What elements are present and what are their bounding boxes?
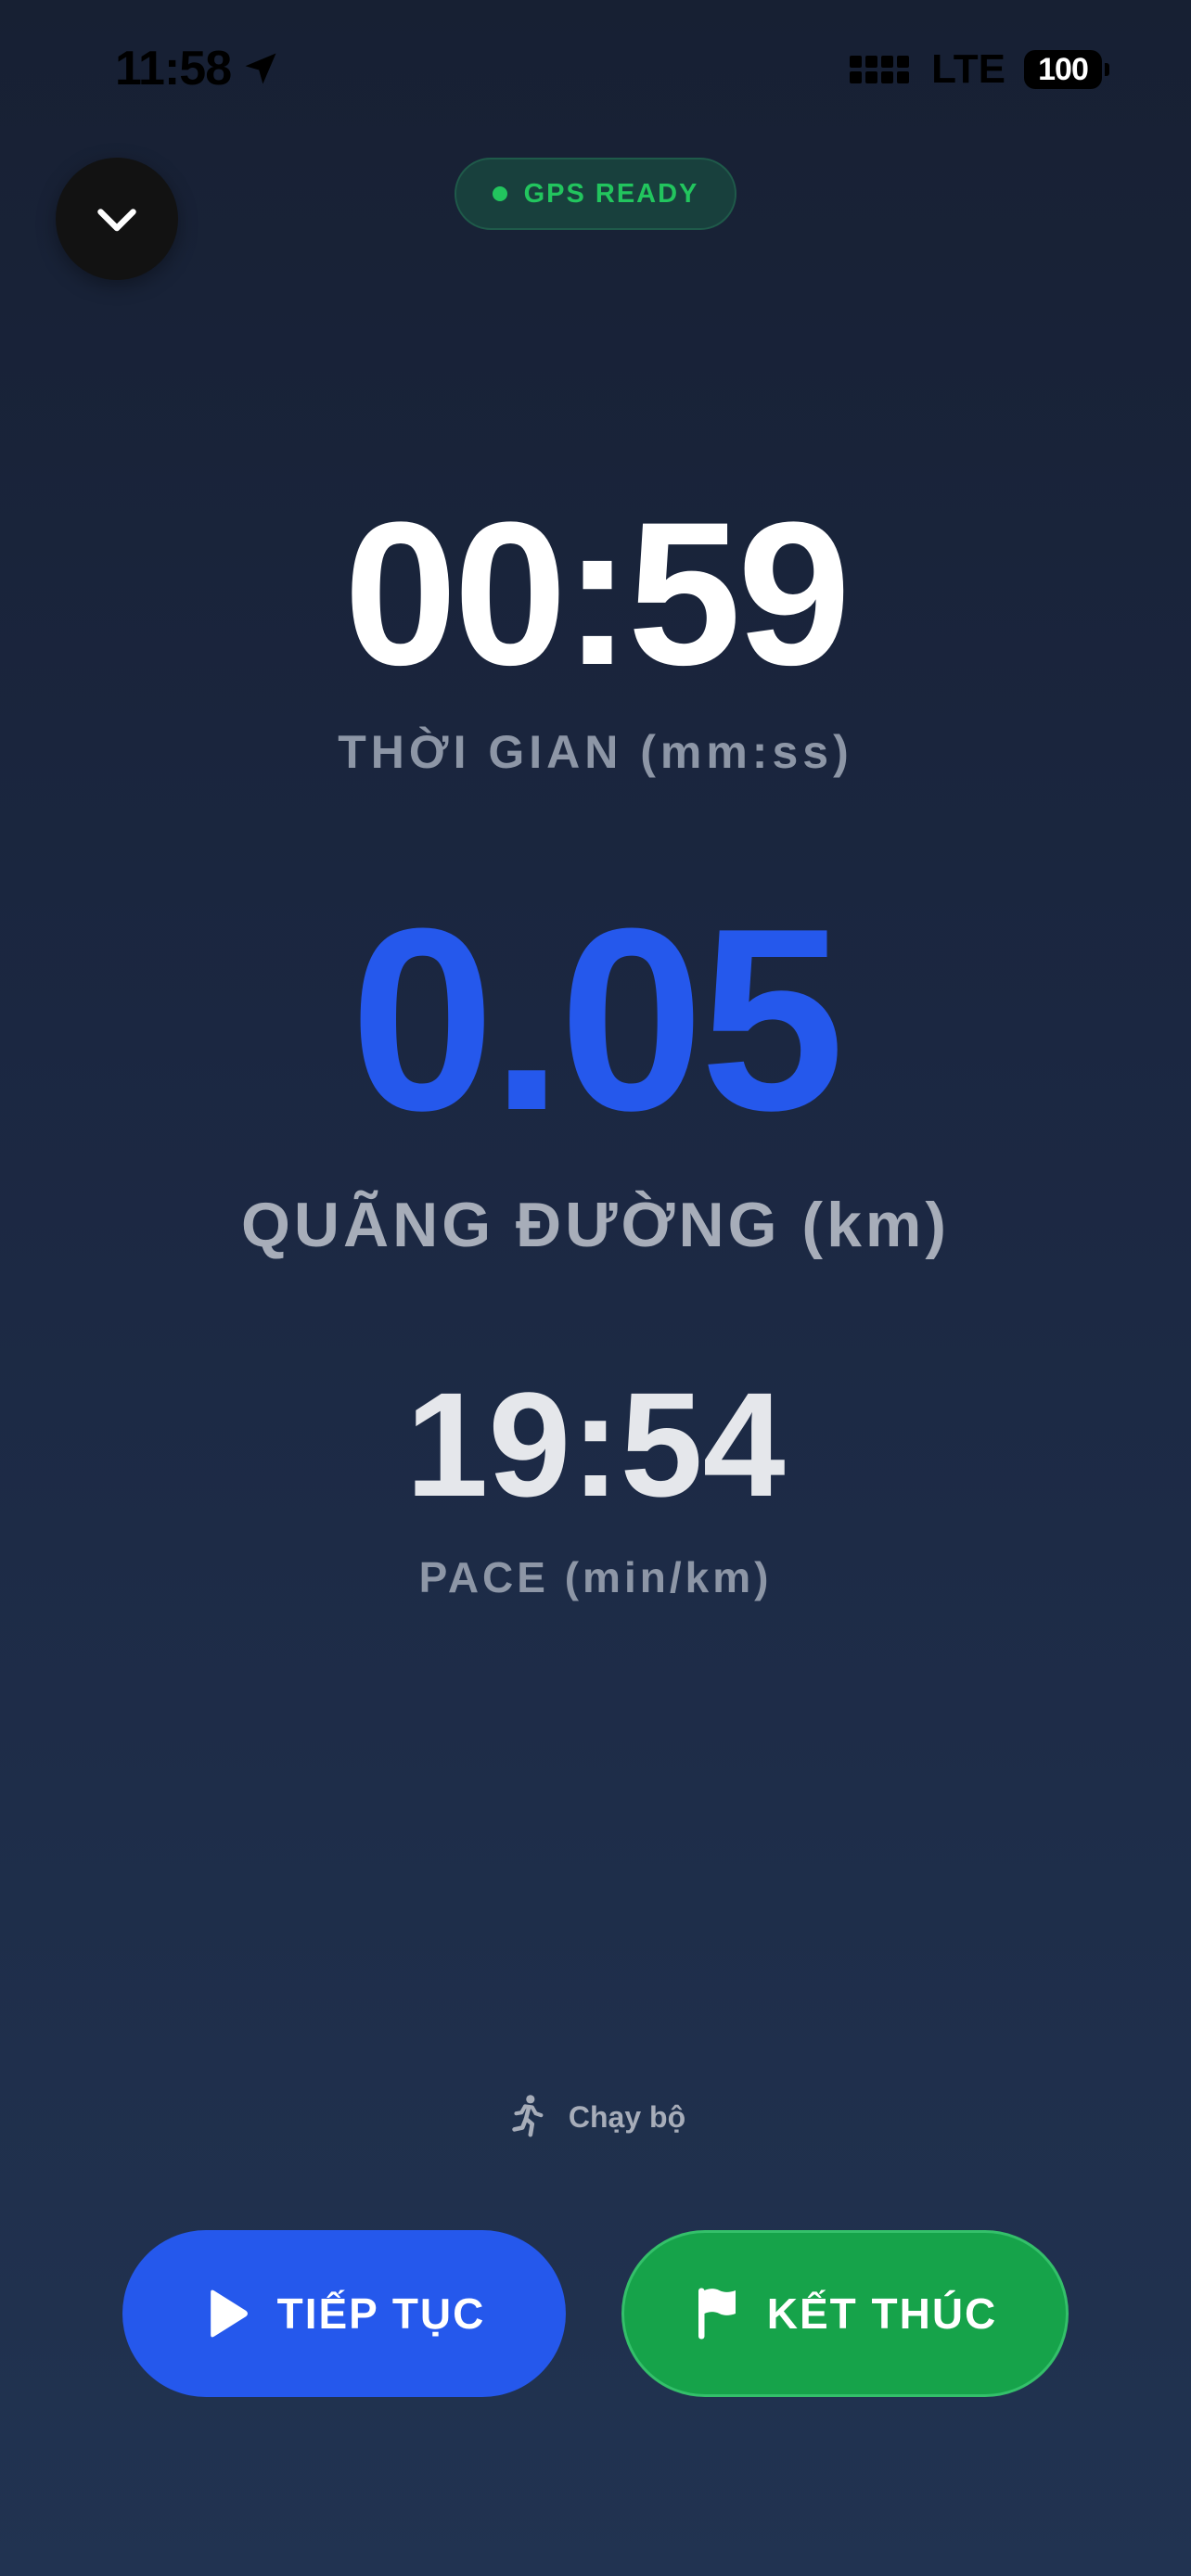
elapsed-time-label: THỜI GIAN (mm:ss) [338,726,853,778]
flag-icon [698,2288,736,2340]
gps-status-text: GPS READY [523,178,699,209]
collapse-button[interactable] [56,158,178,280]
gps-status-dot [492,186,507,201]
resume-button-label: TIẾP TỤC [276,2289,486,2338]
activity-type-label: Chạy bộ [568,2099,686,2134]
activity-type: Chạy bộ [0,2094,1191,2140]
status-time-text: 11:58 [115,42,232,96]
elapsed-time-value: 00:59 [343,479,852,708]
pace-value: 19:54 [405,1361,786,1527]
status-bar-time: 11:58 [115,41,281,96]
battery-icon: 100 [1024,50,1109,89]
gps-status-badge: GPS READY [455,158,736,230]
distance-value: 0.05 [350,875,845,1165]
pace-label: PACE (min/km) [418,1553,773,1601]
running-icon [512,2095,544,2137]
finish-button[interactable]: KẾT THÚC [621,2230,1069,2397]
battery-level: 100 [1038,51,1089,87]
finish-button-label: KẾT THÚC [766,2289,998,2338]
distance-label: QUÃNG ĐƯỜNG (km) [241,1190,950,1260]
play-icon [210,2289,248,2338]
chevron-down-icon [97,209,136,232]
status-bar-indicators: LTE 100 [850,46,1109,93]
carrier-label: LTE [931,46,1005,92]
location-arrow-icon [245,53,276,84]
resume-button[interactable]: TIẾP TỤC [122,2230,566,2397]
cellular-signal-icon [850,50,913,89]
